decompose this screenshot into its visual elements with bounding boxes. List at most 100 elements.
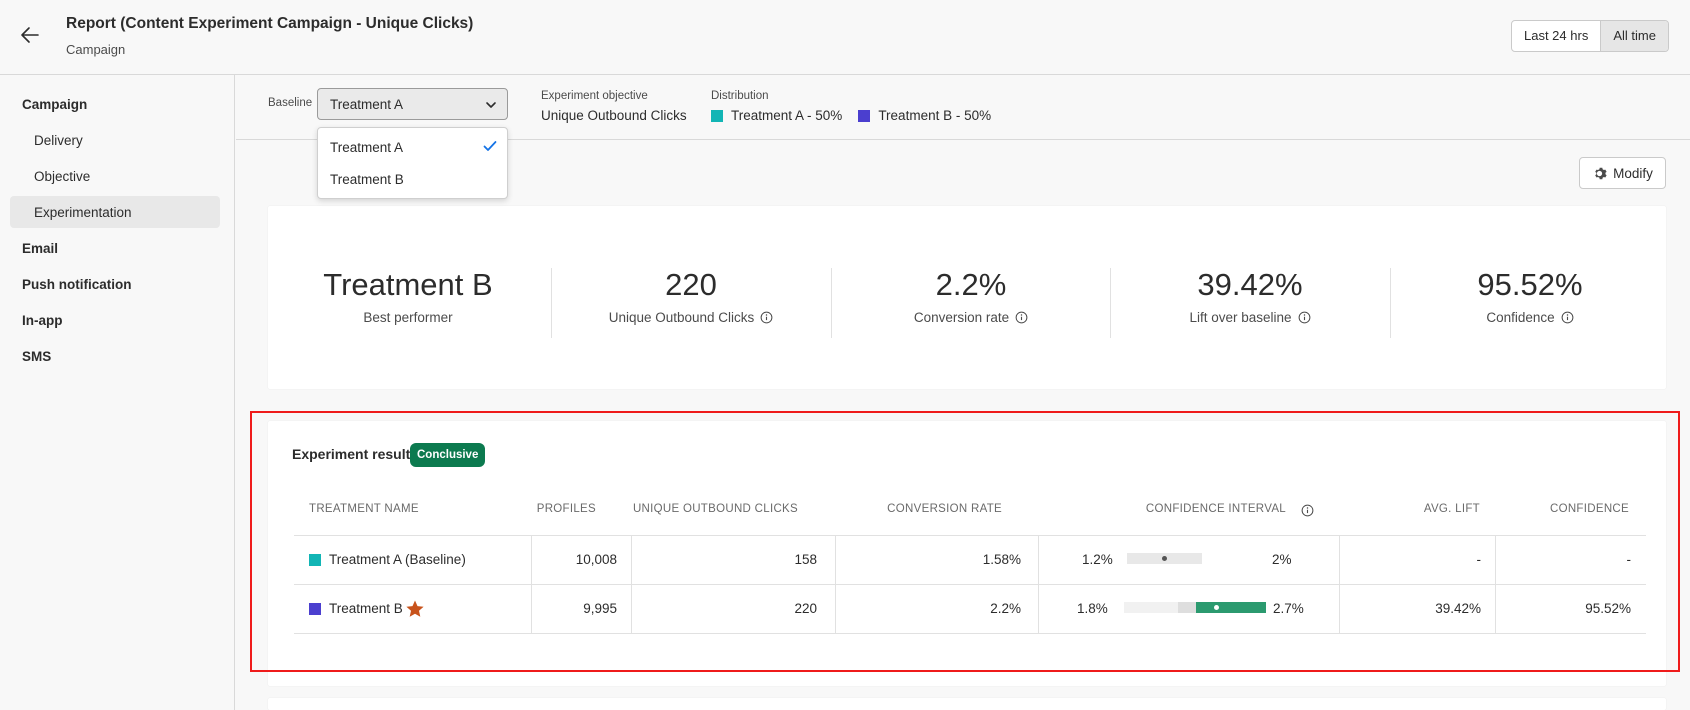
column-divider [531, 535, 532, 634]
column-divider [1038, 535, 1039, 634]
sidebar-item-delivery[interactable]: Delivery [34, 133, 83, 148]
treatment-b-swatch [858, 109, 871, 122]
distribution-item-label: Treatment A - 50% [731, 108, 843, 123]
chevron-down-icon [486, 102, 496, 108]
distribution-item-label: Treatment B - 50% [878, 108, 992, 123]
stat-unique-outbound-clicks: 220 Unique Outbound Clicks [551, 268, 831, 325]
objective-value: Unique Outbound Clicks [541, 108, 687, 123]
ci-high-value: 2% [1272, 552, 1292, 567]
modify-button-label: Modify [1613, 165, 1653, 181]
distribution-item-a: Treatment A - 50% [711, 108, 842, 123]
info-icon[interactable] [1301, 504, 1314, 517]
ci-bar-overlap [1178, 602, 1196, 613]
treatment-name: Treatment B [329, 601, 403, 616]
dropdown-option-treatment-b[interactable]: Treatment B [330, 172, 404, 187]
treatment-a-swatch [711, 109, 723, 122]
clicks-value: 158 [794, 552, 817, 567]
sidebar-item-email[interactable]: Email [22, 241, 58, 256]
baseline-select-value: Treatment A [330, 97, 404, 112]
ci-bar-track [1124, 602, 1178, 613]
sidebar-item-in-app[interactable]: In-app [22, 313, 63, 328]
modify-button[interactable]: Modify [1579, 157, 1666, 189]
ci-bar-fill [1196, 602, 1266, 613]
profiles-value: 9,995 [583, 601, 617, 616]
column-header-unique-outbound-clicks[interactable]: UNIQUE OUTBOUND CLICKS [598, 503, 798, 515]
baseline-label: Baseline [268, 97, 313, 109]
sidebar-item-push-notification[interactable]: Push notification [22, 277, 132, 292]
stat-value: 220 [665, 267, 717, 302]
treatment-b-swatch [309, 603, 321, 615]
info-icon[interactable] [760, 311, 773, 324]
page-subtitle: Campaign [66, 42, 126, 57]
conversion-value: 2.2% [990, 601, 1021, 616]
stat-label: Lift over baseline [1189, 310, 1292, 325]
ci-point-marker [1214, 605, 1219, 610]
next-card-partial [268, 698, 1666, 710]
stat-label: Confidence [1486, 310, 1555, 325]
distribution-legend: Treatment A - 50% Treatment B - 50% [711, 108, 991, 123]
back-arrow-icon[interactable] [18, 23, 42, 47]
conversion-value: 1.58% [982, 552, 1021, 567]
column-divider [835, 535, 836, 634]
info-icon[interactable] [1015, 311, 1028, 324]
stat-label: Unique Outbound Clicks [608, 310, 755, 325]
page-title: Report (Content Experiment Campaign - Un… [66, 15, 474, 32]
profiles-value: 10,008 [575, 552, 617, 567]
table-divider [294, 535, 1646, 536]
stat-value: 39.42% [1197, 267, 1303, 302]
star-icon [406, 600, 424, 617]
ci-low-value: 1.8% [1077, 601, 1108, 616]
ci-high-value: 2.7% [1273, 601, 1304, 616]
stat-value: Treatment B [323, 267, 493, 302]
ci-point-marker [1162, 556, 1167, 561]
info-icon[interactable] [1298, 311, 1311, 324]
table-divider [294, 584, 1646, 585]
distribution-label: Distribution [711, 90, 769, 102]
range-last-24-hrs-button[interactable]: Last 24 hrs [1512, 21, 1600, 51]
clicks-value: 220 [794, 601, 817, 616]
avg-lift-value: 39.42% [1435, 601, 1481, 616]
gear-icon [1595, 167, 1607, 179]
summary-card: Treatment B Best performer 220 Unique Ou… [268, 206, 1666, 389]
sidebar-item-experimentation[interactable]: Experimentation [34, 205, 132, 220]
status-badge: Conclusive [410, 443, 486, 467]
ci-low-value: 1.2% [1082, 552, 1113, 567]
stat-confidence: 95.52% Confidence [1390, 267, 1670, 326]
column-header-confidence[interactable]: CONFIDENCE [1488, 503, 1629, 515]
baseline-dropdown-menu: Treatment A Treatment B [317, 127, 508, 199]
baseline-select[interactable]: Treatment A [317, 88, 508, 120]
distribution-item-b: Treatment B - 50% [858, 108, 991, 123]
stat-value: 95.52% [1477, 267, 1583, 302]
stat-value: 2.2% [935, 267, 1007, 302]
column-divider [1339, 535, 1340, 634]
results-title: Experiment results [292, 446, 419, 462]
sidebar: Campaign Delivery Objective Experimentat… [0, 75, 235, 710]
stat-conversion-rate: 2.2% Conversion rate [831, 268, 1111, 325]
treatment-name: Treatment A (Baseline) [329, 552, 466, 567]
time-range-toggle: Last 24 hrs All time [1511, 20, 1669, 52]
treatment-a-swatch [309, 554, 321, 566]
column-header-conversion-rate[interactable]: CONVERSION RATE [808, 503, 1002, 515]
stat-lift-over-baseline: 39.42% Lift over baseline [1110, 268, 1390, 325]
column-header-confidence-interval[interactable]: CONFIDENCE INTERVAL [1068, 503, 1286, 515]
sidebar-item-campaign[interactable]: Campaign [22, 97, 87, 112]
stat-label: Best performer [363, 310, 453, 325]
info-icon[interactable] [1561, 311, 1574, 324]
objective-label: Experiment objective [541, 90, 648, 102]
dropdown-option-treatment-a[interactable]: Treatment A [330, 140, 403, 155]
stat-label: Conversion rate [913, 310, 1010, 325]
table-divider [294, 633, 1646, 634]
confidence-value: 95.52% [1585, 601, 1631, 616]
confidence-value: - [1626, 552, 1632, 567]
column-header-profiles[interactable]: PROFILES [508, 503, 596, 515]
column-divider [1495, 535, 1496, 634]
avg-lift-value: - [1476, 552, 1482, 567]
experiment-results-card: Experiment results Conclusive TREATMENT … [268, 421, 1666, 686]
column-header-avg-lift[interactable]: AVG. LIFT [1348, 503, 1480, 515]
checkmark-icon [483, 141, 497, 151]
range-all-time-button[interactable]: All time [1600, 21, 1668, 51]
sidebar-item-objective[interactable]: Objective [34, 169, 90, 184]
sidebar-item-sms[interactable]: SMS [22, 349, 51, 364]
report-header: Report (Content Experiment Campaign - Un… [0, 0, 1690, 75]
column-header-treatment-name[interactable]: TREATMENT NAME [309, 503, 419, 515]
